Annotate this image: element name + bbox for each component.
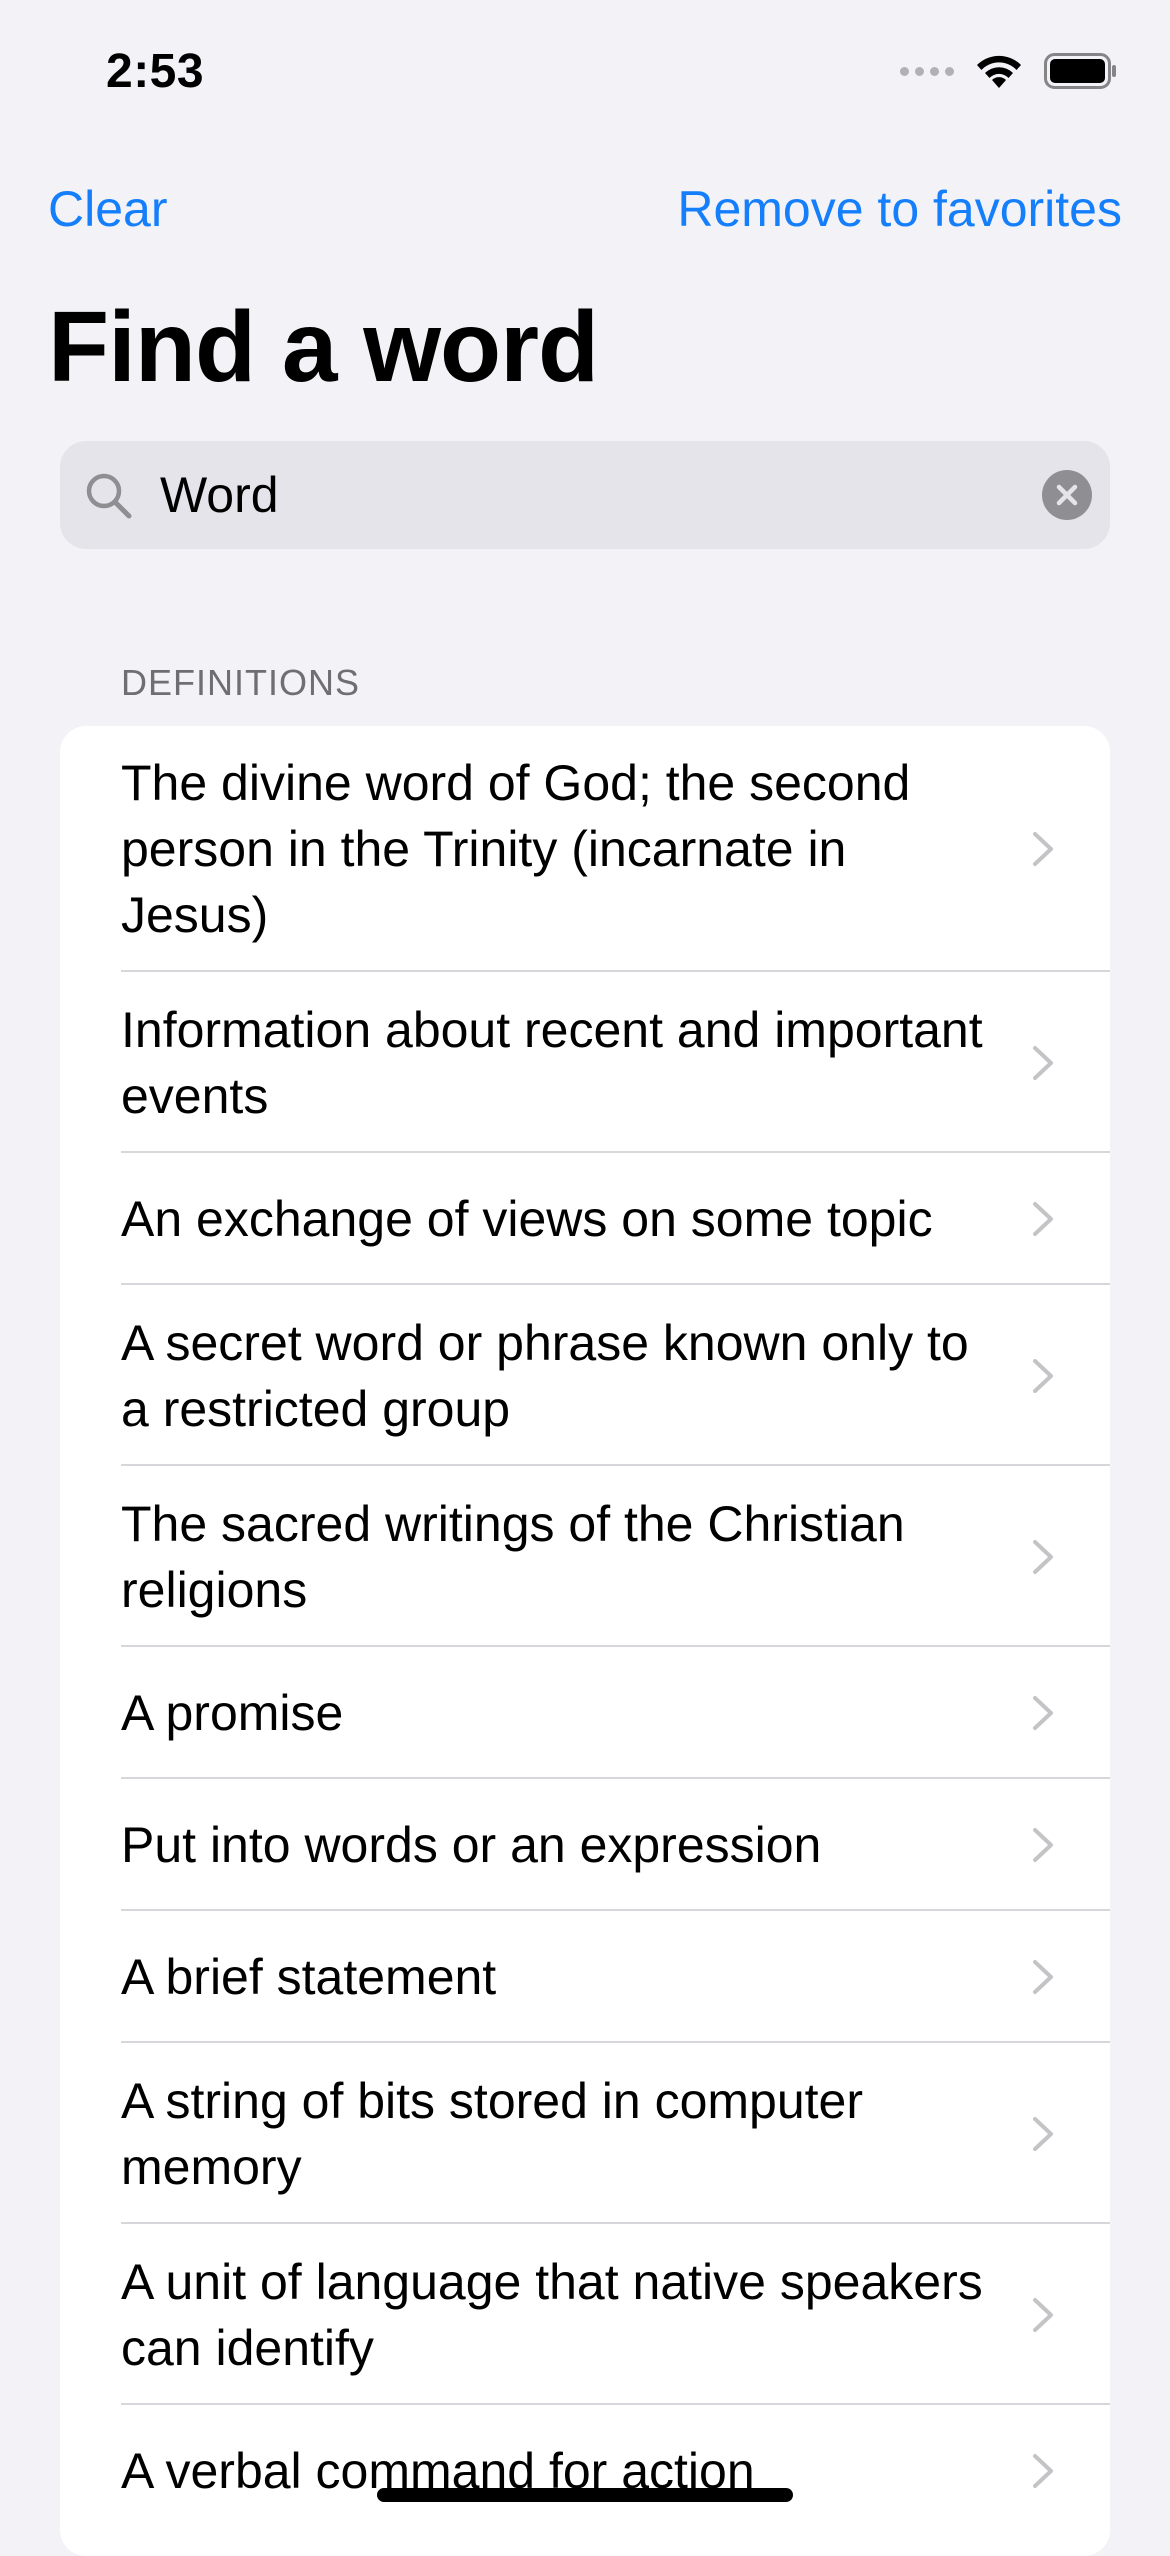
list-item-label: The divine word of God; the second perso… (121, 755, 911, 943)
list-item-label: Put into words or an expression (121, 1817, 822, 1873)
search-bar[interactable] (60, 441, 1110, 549)
list-item-label: A unit of language that native speakers … (121, 2253, 983, 2376)
chevron-right-icon (1033, 1828, 1053, 1862)
chevron-right-icon (1033, 2454, 1053, 2488)
chevron-right-icon (1033, 1960, 1053, 1994)
status-icons (900, 52, 1118, 90)
remove-to-favorites-button[interactable]: Remove to favorites (677, 180, 1122, 238)
list-item-label: A brief statement (121, 1949, 497, 2005)
chevron-right-icon (1033, 1358, 1053, 1393)
list-item[interactable]: A secret word or phrase known only to a … (60, 1285, 1110, 1466)
cellular-signal-icon (900, 66, 954, 76)
list-item-label: A promise (121, 1685, 344, 1741)
list-item-label: A string of bits stored in computer memo… (121, 2072, 864, 2195)
list-item-label: A secret word or phrase known only to a … (121, 1314, 969, 1437)
list-item[interactable]: The sacred writings of the Christian rel… (60, 1466, 1110, 1647)
chevron-right-icon (1033, 2297, 1053, 2332)
clear-button[interactable]: Clear (48, 180, 167, 238)
definitions-list: The divine word of God; the second perso… (60, 726, 1110, 2556)
search-icon (86, 473, 132, 519)
chevron-right-icon (1033, 1045, 1053, 1080)
list-item[interactable]: A brief statement (60, 1911, 1110, 2043)
clear-text-icon[interactable] (1042, 470, 1092, 520)
status-bar: 2:53 (0, 0, 1170, 140)
list-item[interactable]: An exchange of views on some topic (60, 1153, 1110, 1285)
list-item-label: Information about recent and important e… (121, 1001, 983, 1124)
list-item-label: An exchange of views on some topic (121, 1191, 933, 1247)
chevron-right-icon (1033, 1539, 1053, 1574)
section-header-definitions: DEFINITIONS (121, 662, 361, 703)
list-item[interactable]: A unit of language that native speakers … (60, 2224, 1110, 2405)
battery-icon (1044, 53, 1116, 89)
list-item[interactable]: A promise (60, 1647, 1110, 1779)
chevron-right-icon (1033, 1696, 1053, 1730)
status-time: 2:53 (106, 45, 205, 98)
chevron-right-icon (1033, 1202, 1053, 1236)
home-indicator[interactable] (377, 2488, 793, 2502)
list-item[interactable]: Put into words or an expression (60, 1779, 1110, 1911)
page-title: Find a word (48, 291, 599, 403)
list-item-label: The sacred writings of the Christian rel… (121, 1495, 905, 1618)
chevron-right-icon (1033, 2116, 1053, 2151)
chevron-right-icon (1033, 832, 1053, 866)
list-item[interactable]: A verbal command for action (60, 2405, 1110, 2537)
list-item[interactable]: A string of bits stored in computer memo… (60, 2043, 1110, 2224)
list-item[interactable]: The divine word of God; the second perso… (60, 726, 1110, 972)
search-input[interactable] (160, 441, 1060, 549)
wifi-icon (977, 55, 1021, 88)
list-item[interactable]: Information about recent and important e… (60, 972, 1110, 1153)
